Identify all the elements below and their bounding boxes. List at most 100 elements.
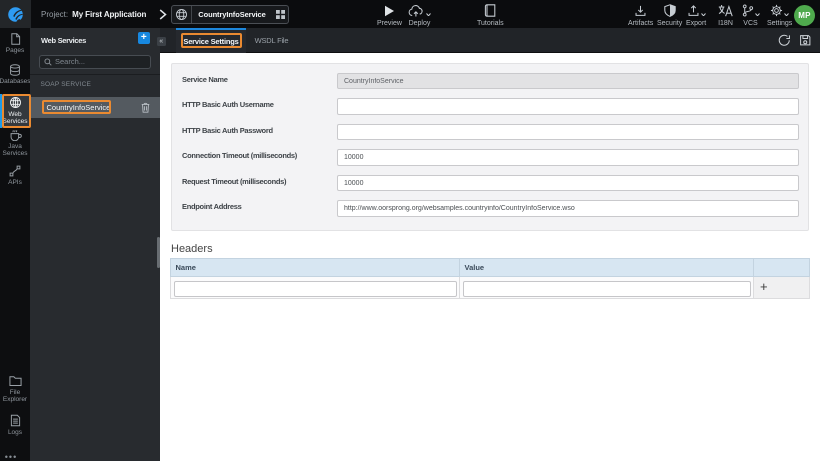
tab-service-settings-label: Service Settings (183, 37, 239, 46)
project-label: Project: (41, 9, 69, 19)
nav-databases-label: Databases (0, 78, 31, 85)
field-label-auth-password: HTTP Basic Auth Password (182, 125, 273, 135)
vcs-label: VCS (743, 20, 758, 27)
nav-apis[interactable]: APIs (0, 165, 30, 186)
app-logo[interactable] (0, 0, 31, 28)
preview-play-icon (384, 3, 395, 17)
headers-table-row: + (170, 275, 810, 299)
header-value-input[interactable] (462, 281, 751, 297)
preview-button[interactable]: Preview (377, 3, 402, 27)
nav-databases[interactable]: Databases (0, 64, 31, 86)
service-search[interactable] (39, 54, 151, 69)
nav-more-button[interactable]: ••• (0, 452, 22, 461)
deploy-button[interactable]: Deploy (408, 3, 431, 27)
left-nav-rail: Pages Databases Web Services Java Servic… (0, 28, 31, 461)
save-icon (799, 35, 811, 46)
reload-service-button[interactable] (777, 34, 791, 48)
web-services-globe-icon (9, 97, 21, 109)
field-label-endpoint-address: Endpoint Address (182, 202, 242, 212)
i18n-translate-icon (718, 3, 733, 17)
save-service-button[interactable] (798, 34, 812, 48)
nav-java-services[interactable]: Java Services (0, 129, 30, 157)
auth-username-input[interactable] (337, 98, 799, 115)
field-label-request-timeout: Request Timeout (milliseconds) (182, 176, 287, 186)
entity-tab-title: CountryInfoService (198, 10, 266, 19)
tab-wsdl-file-label: WSDL File (254, 36, 289, 45)
service-name-input[interactable] (337, 73, 799, 90)
open-entity-tab[interactable]: CountryInfoService (171, 5, 289, 24)
security-shield-icon (663, 3, 676, 17)
request-timeout-input[interactable] (337, 174, 799, 192)
tab-actions (777, 28, 812, 53)
header-col-actions (753, 258, 810, 277)
wavemaker-studio-window: Project: My First Application CountryInf… (0, 0, 820, 461)
databases-icon (10, 64, 20, 76)
collapse-panel-button[interactable]: « (157, 36, 166, 46)
header-name-input[interactable] (173, 281, 457, 297)
file-explorer-folder-icon (8, 376, 22, 386)
header-col-name: Name (170, 258, 460, 277)
soap-service-section-label: SOAP SERVICE (40, 80, 92, 88)
service-name: CountryInfoService (46, 102, 111, 112)
i18n-button[interactable]: I18N (718, 3, 733, 27)
java-services-coffee-icon (10, 130, 22, 141)
vcs-branch-icon (741, 3, 760, 17)
logs-icon (10, 414, 20, 427)
tutorials-button[interactable]: Tutorials (477, 3, 504, 27)
export-button[interactable]: Export (686, 3, 706, 27)
security-button[interactable]: Security (657, 3, 682, 27)
add-header-button[interactable]: + (760, 280, 768, 293)
service-settings-content: Service Name HTTP Basic Auth Username HT… (160, 54, 820, 461)
connection-timeout-input[interactable] (337, 149, 799, 166)
search-input[interactable] (55, 57, 135, 67)
deploy-cloud-icon (408, 3, 431, 17)
settings-button[interactable]: Settings (767, 3, 792, 27)
preview-label: Preview (377, 20, 402, 27)
settings-label: Settings (767, 20, 793, 27)
header-add-cell: + (753, 275, 810, 299)
settings-gear-icon (770, 3, 790, 17)
nav-java-services-label: Java Services (2, 143, 28, 157)
workspace: Service Settings WSDL File Service Name … (160, 28, 820, 461)
user-avatar[interactable]: MP (794, 5, 815, 26)
service-settings-form: Service Name HTTP Basic Auth Username HT… (170, 62, 809, 231)
header-value-cell (459, 275, 754, 299)
field-label-auth-username: HTTP Basic Auth Username (182, 100, 274, 110)
nav-logs[interactable]: Logs (0, 414, 30, 437)
endpoint-address-input[interactable] (337, 200, 799, 217)
refresh-icon (778, 34, 790, 46)
export-label: Export (686, 20, 707, 27)
i18n-label: I18N (718, 20, 733, 27)
nav-file-explorer-label: File Explorer (2, 389, 28, 403)
project-breadcrumb: Project: My First Application (41, 0, 146, 28)
vcs-button[interactable]: VCS (741, 3, 760, 27)
add-service-button[interactable]: + (138, 32, 150, 44)
field-label-connection-timeout: Connection Timeout (milliseconds) (182, 151, 297, 161)
export-icon (687, 3, 706, 17)
deploy-label: Deploy (408, 20, 431, 27)
tab-service-settings[interactable]: Service Settings (176, 28, 246, 53)
entity-grid-icon[interactable] (272, 6, 288, 23)
artifacts-button[interactable]: Artifacts (628, 3, 653, 27)
panel-title: Web Services (41, 35, 87, 45)
webservice-globe-icon (172, 6, 192, 23)
security-label: Security (657, 20, 683, 27)
delete-service-icon[interactable] (141, 102, 150, 113)
nav-pages[interactable]: Pages (0, 33, 30, 55)
tutorials-label: Tutorials (477, 20, 504, 27)
headers-table-header-row: Name Value (170, 258, 810, 277)
nav-web-services-label: Web Services (2, 111, 28, 126)
nav-file-explorer[interactable]: File Explorer (0, 375, 30, 404)
artifacts-label: Artifacts (628, 20, 654, 27)
tab-wsdl-file[interactable]: WSDL File (246, 28, 297, 53)
auth-password-input[interactable] (337, 123, 799, 141)
project-name: My First Application (72, 9, 147, 19)
apis-icon (9, 165, 21, 176)
nav-web-services[interactable]: Web Services (0, 93, 30, 128)
service-list-item[interactable]: CountryInfoService (30, 96, 160, 118)
nav-pages-label: Pages (5, 47, 25, 54)
tutorials-book-icon (484, 3, 496, 17)
search-icon (44, 58, 52, 66)
headers-table: Name Value + (170, 258, 810, 299)
wavemaker-logo-icon (8, 6, 23, 22)
